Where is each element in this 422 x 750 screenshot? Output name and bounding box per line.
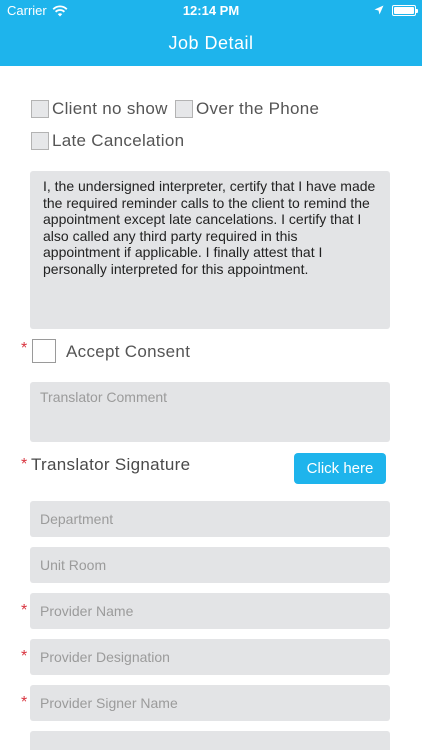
- provider-name-input[interactable]: Provider Name: [30, 593, 390, 629]
- client-no-show-label: Client no show: [52, 99, 168, 118]
- client-no-show-checkbox[interactable]: [31, 100, 49, 118]
- late-cancelation-label: Late Cancelation: [52, 131, 185, 150]
- required-marker: *: [21, 648, 28, 665]
- provider-designation-input[interactable]: Provider Designation: [30, 639, 390, 675]
- client-no-show-option[interactable]: Client no show: [31, 99, 168, 119]
- status-indicators: [374, 3, 418, 18]
- click-here-button[interactable]: Click here: [294, 453, 386, 484]
- navigation-bar: Job Detail: [0, 22, 422, 66]
- required-marker: *: [21, 694, 28, 711]
- status-bar: Carrier 12:14 PM: [0, 0, 422, 22]
- unit-room-input[interactable]: Unit Room: [30, 547, 390, 583]
- over-the-phone-checkbox[interactable]: [175, 100, 193, 118]
- over-the-phone-option[interactable]: Over the Phone: [175, 99, 319, 119]
- battery-icon: [392, 5, 418, 16]
- consent-text-box: I, the undersigned interpreter, certify …: [30, 171, 390, 329]
- translator-signature-label: Translator Signature: [31, 455, 191, 474]
- page-title: Job Detail: [168, 33, 254, 53]
- required-marker: *: [21, 456, 28, 473]
- late-cancelation-checkbox[interactable]: [31, 132, 49, 150]
- next-field-partial[interactable]: [30, 731, 390, 750]
- clock: 12:14 PM: [182, 3, 240, 18]
- translator-comment-input[interactable]: Translator Comment: [30, 382, 390, 442]
- department-input[interactable]: Department: [30, 501, 390, 537]
- late-cancelation-option[interactable]: Late Cancelation: [31, 131, 184, 151]
- location-arrow-icon: [374, 3, 384, 18]
- required-marker: *: [21, 602, 28, 619]
- accept-consent-checkbox[interactable]: [32, 339, 56, 363]
- over-the-phone-label: Over the Phone: [196, 99, 320, 118]
- required-marker: *: [21, 340, 28, 357]
- accept-consent-label: Accept Consent: [66, 342, 191, 361]
- provider-signer-name-input[interactable]: Provider Signer Name: [30, 685, 390, 721]
